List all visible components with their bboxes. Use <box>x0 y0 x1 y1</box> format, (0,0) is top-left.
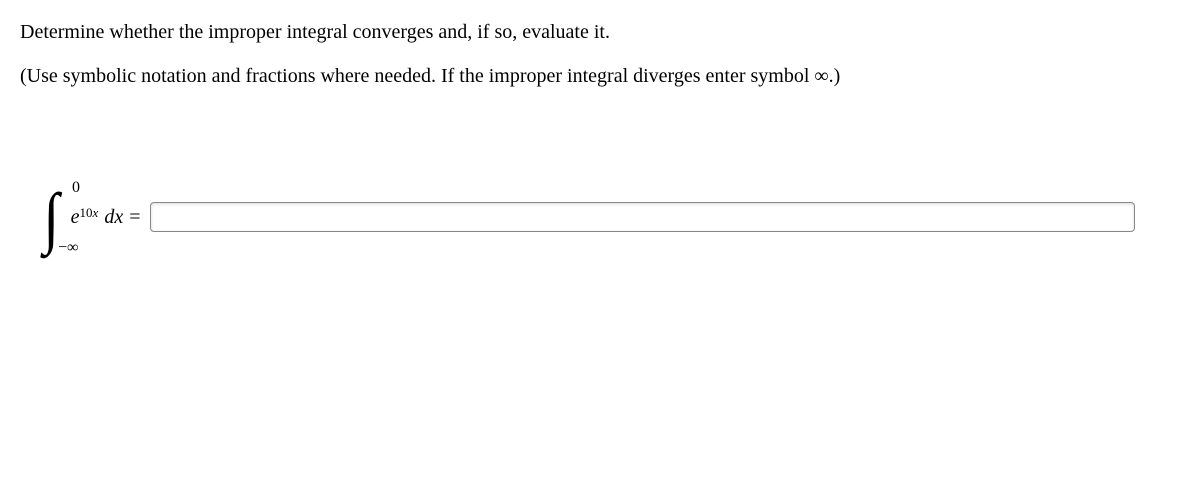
instruction-line-1: Determine whether the improper integral … <box>20 18 1180 46</box>
integral-sign: ∫ 0 −∞ <box>42 185 61 249</box>
integral-glyph: ∫ <box>43 185 59 249</box>
integrand-base: e <box>71 206 80 229</box>
instruction-line-2: (Use symbolic notation and fractions whe… <box>20 62 1180 90</box>
differential: dx <box>104 206 123 229</box>
answer-input[interactable] <box>150 202 1135 232</box>
exponent-var: x <box>93 205 99 220</box>
integral-expression: ∫ 0 −∞ e 10x dx = <box>42 185 150 249</box>
integral-lower-limit: −∞ <box>58 239 78 257</box>
question-row: ∫ 0 −∞ e 10x dx = <box>42 185 1180 249</box>
exponent-coeff: 10 <box>80 205 93 220</box>
equals-sign: = <box>129 206 140 229</box>
integral-upper-limit: 0 <box>72 179 80 197</box>
integrand-exponent: 10x <box>80 205 99 221</box>
integrand: e 10x dx = <box>71 206 151 229</box>
